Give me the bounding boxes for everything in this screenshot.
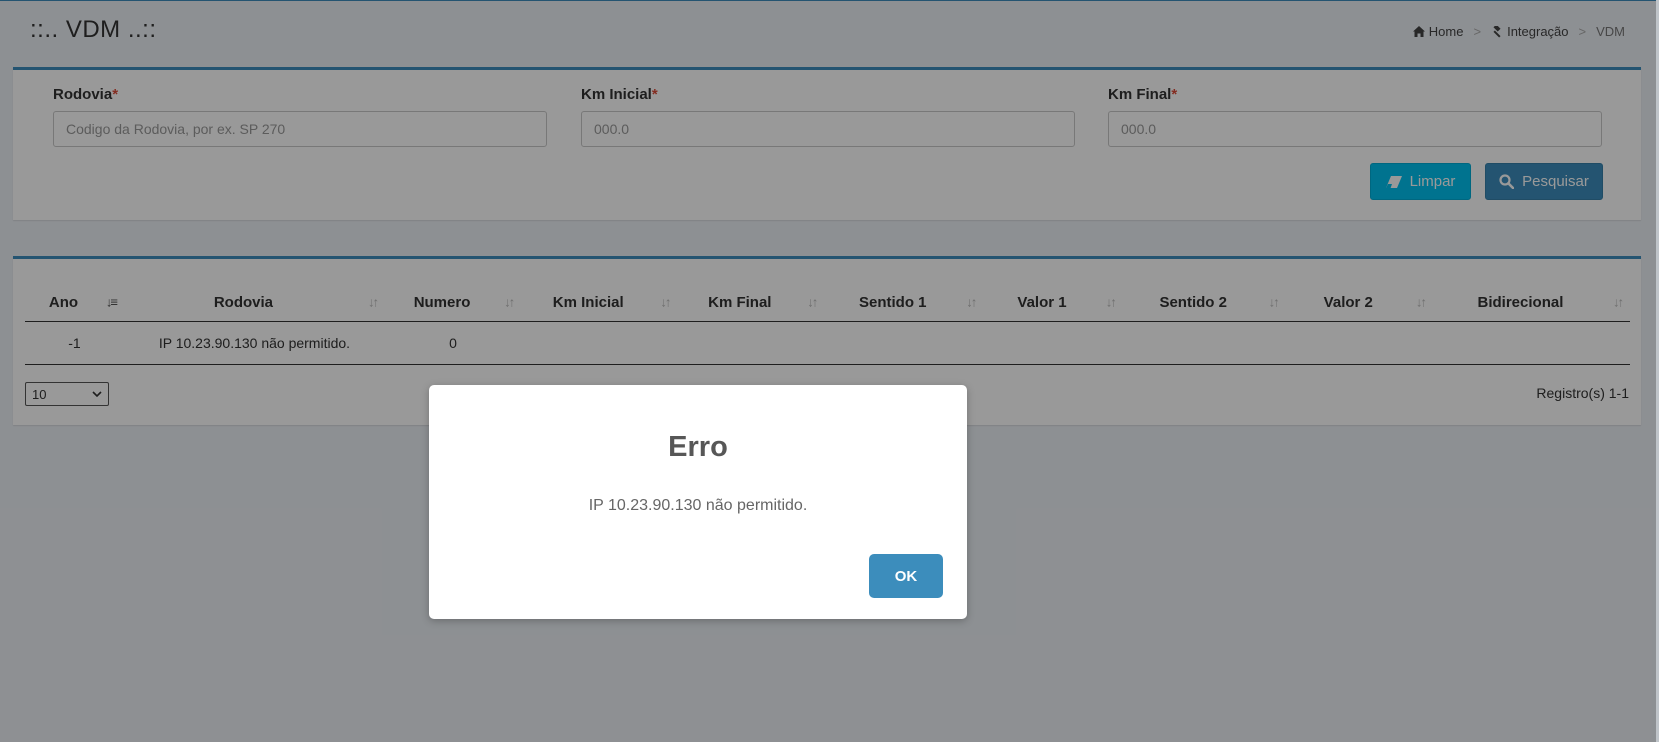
ok-button[interactable]: OK <box>869 554 943 598</box>
dialog-message: IP 10.23.90.130 não permitido. <box>588 497 808 514</box>
modal-backdrop[interactable] <box>0 0 1659 742</box>
dialog-title: Erro <box>668 431 728 463</box>
error-dialog: Erro IP 10.23.90.130 não permitido. OK <box>429 385 967 619</box>
